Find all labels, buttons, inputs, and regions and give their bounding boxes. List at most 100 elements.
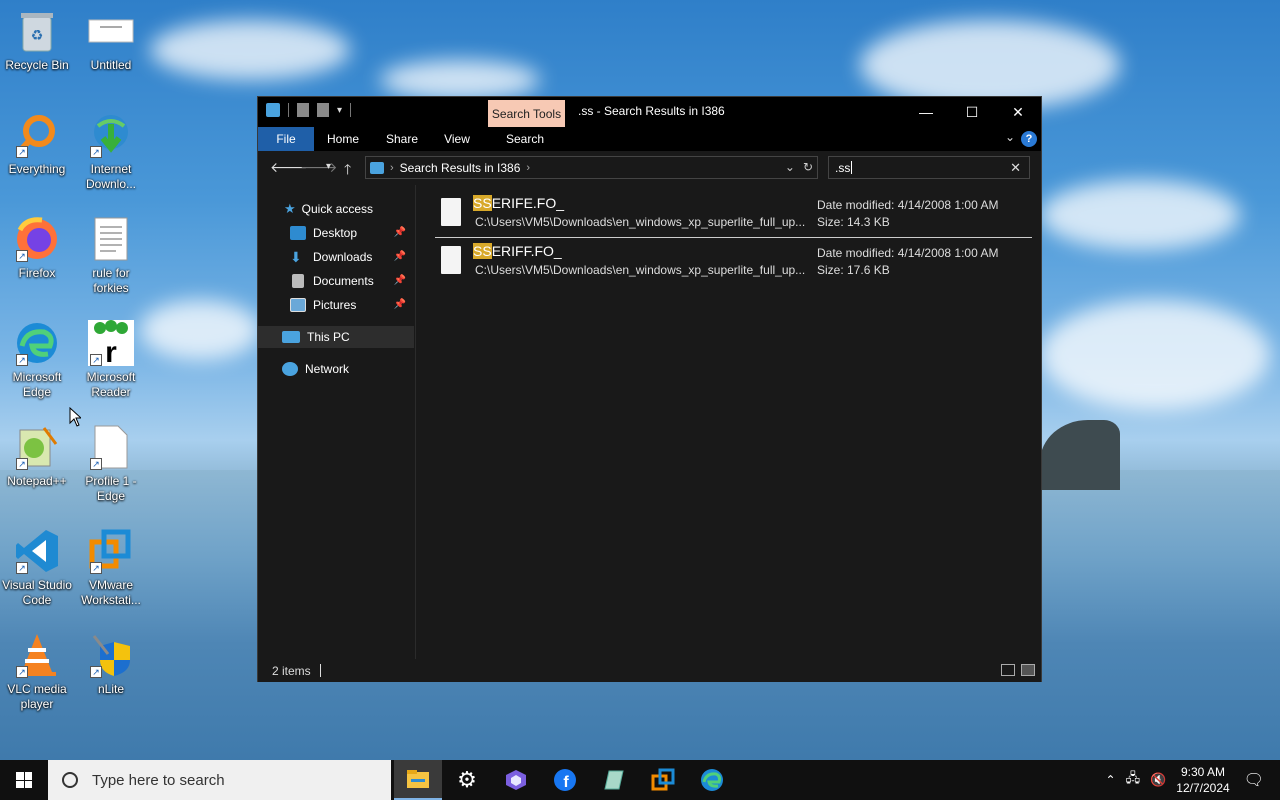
taskbar-file-explorer[interactable] (394, 760, 442, 800)
nav-item-quick-access[interactable]: ★ Quick access (258, 198, 414, 220)
new-folder-icon[interactable] (317, 103, 329, 117)
forward-arrow-icon[interactable]: 🡒 (300, 159, 338, 176)
desktop-icon-vmware-workstation[interactable]: ↗ VMware Workstati... (74, 528, 148, 608)
tab-home[interactable]: Home (318, 127, 368, 151)
windows-logo-icon (16, 772, 32, 788)
tab-search[interactable]: Search (498, 127, 552, 151)
taskbar-notepad[interactable] (590, 760, 638, 800)
details-view-icon[interactable] (1001, 664, 1015, 676)
desktop-icon-microsoft-edge[interactable]: ↗ Microsoft Edge (0, 320, 74, 400)
recent-locations-chevron-icon[interactable]: ▾ (326, 161, 331, 172)
window-title: .ss - Search Results in I386 (578, 104, 725, 118)
clock-time: 9:30 AM (1180, 765, 1225, 779)
expand-ribbon-chevron-icon[interactable]: ⌄ (1005, 130, 1015, 144)
firefox-icon: ↗ (14, 216, 60, 262)
taskbar-copilot[interactable] (492, 760, 540, 800)
taskbar-edge[interactable] (688, 760, 736, 800)
desktop-icon-untitled[interactable]: Untitled (74, 8, 148, 73)
document-icon (88, 8, 134, 54)
tab-file[interactable]: File (258, 127, 314, 151)
close-button[interactable]: ✕ (995, 97, 1041, 127)
file-size: Size: 17.6 KB (817, 263, 890, 277)
shortcut-arrow-icon: ↗ (90, 562, 102, 574)
nav-label: Downloads (313, 250, 373, 264)
network-icon[interactable]: 🖧 (1126, 769, 1141, 791)
taskbar: Type here to search ⚙ f ⌃ 🖧 🔇 9:30 AM 12… (0, 760, 1280, 800)
reader-icon: r ↗ (88, 320, 134, 366)
clear-search-icon[interactable]: ✕ (1010, 160, 1021, 176)
shortcut-arrow-icon: ↗ (16, 562, 28, 574)
desktop-icon-vlc[interactable]: ↗ VLC media player (0, 632, 74, 712)
desktop-icon-visual-studio-code[interactable]: ↗ Visual Studio Code (0, 528, 74, 608)
breadcrumb-search-results[interactable]: Search Results in I386 (400, 161, 521, 175)
recycle-bin-icon: ♻ (14, 8, 60, 54)
breadcrumb-separator-icon[interactable]: › (526, 162, 530, 174)
desktop-icon-recycle-bin[interactable]: ♻ Recycle Bin (0, 8, 74, 73)
nav-label: Pictures (313, 298, 357, 312)
nlite-shield-icon: ↗ (88, 632, 134, 678)
minimize-button[interactable]: — (903, 97, 949, 127)
desktop-icon-microsoft-reader[interactable]: r ↗ Microsoft Reader (74, 320, 148, 400)
file-result-row[interactable]: SSERIFE.FO_ C:\Users\VM5\Downloads\en_wi… (435, 192, 1032, 238)
address-dropdown-chevron-icon[interactable]: ⌄ (785, 160, 795, 174)
search-input[interactable]: .ss ✕ (828, 156, 1030, 179)
help-icon[interactable]: ? (1021, 131, 1037, 147)
desktop-icon-firefox[interactable]: ↗ Firefox (0, 216, 74, 281)
desktop-icon-label: Everything (8, 162, 66, 176)
desktop-icon-profile-1-edge[interactable]: ↗ Profile 1 - Edge (74, 424, 148, 504)
tab-share[interactable]: Share (378, 127, 426, 151)
taskbar-search-placeholder: Type here to search (92, 771, 225, 789)
search-results-pane: SSERIFE.FO_ C:\Users\VM5\Downloads\en_wi… (417, 185, 1041, 659)
file-explorer-window: ▾ Search Tools .ss - Search Results in I… (257, 96, 1042, 682)
computer-icon (282, 331, 300, 343)
desktop-icon-nlite[interactable]: ↗ nLite (74, 632, 148, 697)
nav-item-desktop[interactable]: Desktop 📌 (258, 222, 414, 244)
pin-icon: 📌 (393, 299, 406, 310)
desktop-icon-label: rule for forkies (92, 266, 130, 295)
desktop-icon-internet-download-manager[interactable]: ↗ Internet Downlo... (74, 112, 148, 192)
taskbar-facebook[interactable]: f (541, 760, 589, 800)
taskbar-search-box[interactable]: Type here to search (48, 760, 391, 800)
svg-text:r: r (105, 336, 117, 366)
customize-toolbar-chevron-icon[interactable]: ▾ (337, 105, 342, 116)
search-tools-contextual-tab[interactable]: Search Tools (488, 100, 565, 127)
start-button[interactable] (0, 760, 48, 800)
blank-file-icon: ↗ (88, 424, 134, 470)
breadcrumb-separator-icon: › (390, 161, 394, 174)
mouse-cursor-icon (69, 406, 83, 430)
desktop-icon-label: Firefox (18, 266, 56, 280)
nav-label: This PC (307, 330, 350, 344)
maximize-button[interactable]: ☐ (949, 97, 995, 127)
show-hidden-icons-chevron-icon[interactable]: ⌃ (1106, 773, 1116, 787)
nav-item-pictures[interactable]: Pictures 📌 (258, 294, 414, 316)
notifications-icon[interactable]: 🗨 (1244, 770, 1264, 790)
volume-muted-icon[interactable]: 🔇 (1150, 772, 1166, 788)
large-icons-view-icon[interactable] (1021, 664, 1035, 676)
address-bar[interactable]: › Search Results in I386 › ⌄ ↻ (365, 156, 818, 179)
up-arrow-icon[interactable]: 🡑 (344, 159, 351, 183)
file-result-row[interactable]: SSERIFF.FO_ C:\Users\VM5\Downloads\en_wi… (435, 240, 1032, 286)
properties-icon[interactable] (297, 103, 309, 117)
search-query: .ss (835, 160, 851, 175)
navigation-bar: 🡐 🡒 ▾ 🡑 › Search Results in I386 › ⌄ ↻ .… (258, 151, 1041, 185)
file-path: C:\Users\VM5\Downloads\en_windows_xp_sup… (475, 215, 805, 229)
quick-access-toolbar: ▾ (266, 103, 352, 117)
shortcut-arrow-icon: ↗ (16, 666, 28, 678)
desktop-icon-notepad-plus-plus[interactable]: ↗ Notepad++ (0, 424, 74, 489)
taskbar-settings[interactable]: ⚙ (443, 760, 491, 800)
file-icon (441, 198, 461, 226)
file-name: SSERIFF.FO_ (473, 243, 562, 259)
desktop-icon-rule-for-forkies[interactable]: rule for forkies (74, 216, 148, 296)
clock[interactable]: 9:30 AM 12/7/2024 (1176, 764, 1229, 796)
taskbar-vmware[interactable] (639, 760, 687, 800)
nav-item-this-pc[interactable]: This PC (258, 326, 414, 348)
nav-label: Quick access (301, 202, 374, 216)
refresh-icon[interactable]: ↻ (803, 160, 813, 174)
documents-icon (292, 274, 304, 288)
nav-item-documents[interactable]: Documents 📌 (258, 270, 414, 292)
nav-item-network[interactable]: Network (258, 358, 414, 380)
tab-view[interactable]: View (434, 127, 480, 151)
download-arrow-icon: ⬇ (290, 248, 302, 265)
nav-item-downloads[interactable]: ⬇ Downloads 📌 (258, 246, 414, 268)
desktop-icon-everything[interactable]: ↗ Everything (0, 112, 74, 177)
